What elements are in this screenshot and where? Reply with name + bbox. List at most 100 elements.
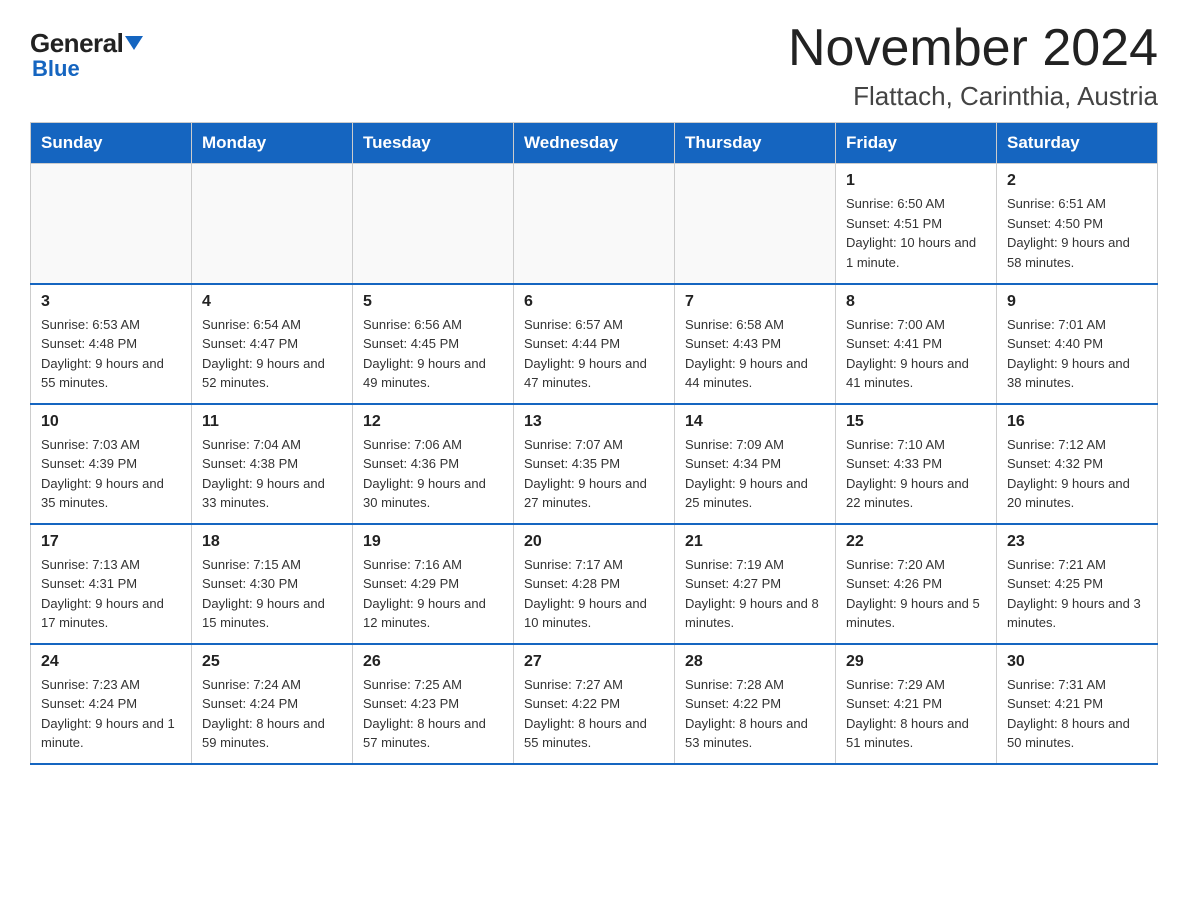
day-number: 19 [363,533,503,551]
calendar-cell: 17 Sunrise: 7:13 AM Sunset: 4:31 PM Dayli… [31,524,192,644]
day-info: Sunrise: 7:01 AM Sunset: 4:40 PM Dayligh… [1007,315,1147,393]
day-number: 3 [41,293,181,311]
calendar-cell: 24 Sunrise: 7:23 AM Sunset: 4:24 PM Dayli… [31,644,192,764]
day-info: Sunrise: 7:12 AM Sunset: 4:32 PM Dayligh… [1007,435,1147,513]
calendar-cell: 8 Sunrise: 7:00 AM Sunset: 4:41 PM Daylig… [836,284,997,404]
calendar-cell: 30 Sunrise: 7:31 AM Sunset: 4:21 PM Dayli… [997,644,1158,764]
day-number: 4 [202,293,342,311]
calendar-cell: 16 Sunrise: 7:12 AM Sunset: 4:32 PM Dayli… [997,404,1158,524]
logo: General Blue [30,30,143,82]
col-tuesday: Tuesday [353,123,514,164]
day-number: 24 [41,653,181,671]
day-info: Sunrise: 7:15 AM Sunset: 4:30 PM Dayligh… [202,555,342,633]
calendar-cell: 19 Sunrise: 7:16 AM Sunset: 4:29 PM Dayli… [353,524,514,644]
day-info: Sunrise: 7:10 AM Sunset: 4:33 PM Dayligh… [846,435,986,513]
calendar-cell: 13Sunrise: 7:07 AM Sunset: 4:35 PM Dayli… [514,404,675,524]
day-info: Sunrise: 7:24 AM Sunset: 4:24 PM Dayligh… [202,675,342,753]
calendar-cell [31,164,192,284]
day-number: 6 [524,293,664,311]
day-number: 25 [202,653,342,671]
calendar-table: Sunday Monday Tuesday Wednesday Thursday… [30,122,1158,765]
day-number: 22 [846,533,986,551]
logo-triangle-icon [125,36,143,50]
calendar-week-row: 10 Sunrise: 7:03 AM Sunset: 4:39 PM Dayli… [31,404,1158,524]
day-info: Sunrise: 7:27 AM Sunset: 4:22 PM Dayligh… [524,675,664,753]
calendar-cell: 18 Sunrise: 7:15 AM Sunset: 4:30 PM Dayli… [192,524,353,644]
day-number: 14 [685,413,825,431]
day-number: 12 [363,413,503,431]
calendar-cell: 28 Sunrise: 7:28 AM Sunset: 4:22 PM Dayli… [675,644,836,764]
calendar-cell: 26 Sunrise: 7:25 AM Sunset: 4:23 PM Dayli… [353,644,514,764]
calendar-cell [675,164,836,284]
col-monday: Monday [192,123,353,164]
day-info: Sunrise: 7:28 AM Sunset: 4:22 PM Dayligh… [685,675,825,753]
day-info: Sunrise: 7:31 AM Sunset: 4:21 PM Dayligh… [1007,675,1147,753]
day-info: Sunrise: 6:54 AM Sunset: 4:47 PM Dayligh… [202,315,342,393]
day-info: Sunrise: 7:20 AM Sunset: 4:26 PM Dayligh… [846,555,986,633]
calendar-cell: 11Sunrise: 7:04 AM Sunset: 4:38 PM Dayli… [192,404,353,524]
day-number: 30 [1007,653,1147,671]
header: General Blue November 2024 Flattach, Car… [30,20,1158,112]
day-info: Sunrise: 6:53 AM Sunset: 4:48 PM Dayligh… [41,315,181,393]
calendar-cell: 23Sunrise: 7:21 AM Sunset: 4:25 PM Dayli… [997,524,1158,644]
calendar-cell: 2Sunrise: 6:51 AM Sunset: 4:50 PM Daylig… [997,164,1158,284]
day-info: Sunrise: 6:57 AM Sunset: 4:44 PM Dayligh… [524,315,664,393]
day-info: Sunrise: 7:29 AM Sunset: 4:21 PM Dayligh… [846,675,986,753]
day-number: 2 [1007,172,1147,190]
day-info: Sunrise: 7:16 AM Sunset: 4:29 PM Dayligh… [363,555,503,633]
day-info: Sunrise: 7:19 AM Sunset: 4:27 PM Dayligh… [685,555,825,633]
calendar-cell: 14 Sunrise: 7:09 AM Sunset: 4:34 PM Dayli… [675,404,836,524]
day-number: 10 [41,413,181,431]
day-info: Sunrise: 6:56 AM Sunset: 4:45 PM Dayligh… [363,315,503,393]
calendar-cell: 6 Sunrise: 6:57 AM Sunset: 4:44 PM Daylig… [514,284,675,404]
calendar-week-row: 24 Sunrise: 7:23 AM Sunset: 4:24 PM Dayli… [31,644,1158,764]
day-info: Sunrise: 7:06 AM Sunset: 4:36 PM Dayligh… [363,435,503,513]
col-saturday: Saturday [997,123,1158,164]
day-number: 23 [1007,533,1147,551]
day-info: Sunrise: 7:09 AM Sunset: 4:34 PM Dayligh… [685,435,825,513]
col-sunday: Sunday [31,123,192,164]
calendar-cell: 15 Sunrise: 7:10 AM Sunset: 4:33 PM Dayli… [836,404,997,524]
day-number: 20 [524,533,664,551]
day-number: 21 [685,533,825,551]
calendar-cell: 12 Sunrise: 7:06 AM Sunset: 4:36 PM Dayli… [353,404,514,524]
day-info: Sunrise: 7:13 AM Sunset: 4:31 PM Dayligh… [41,555,181,633]
calendar-cell [192,164,353,284]
calendar-cell [353,164,514,284]
calendar-cell: 5 Sunrise: 6:56 AM Sunset: 4:45 PM Daylig… [353,284,514,404]
day-number: 17 [41,533,181,551]
day-info: Sunrise: 7:07 AM Sunset: 4:35 PM Dayligh… [524,435,664,513]
logo-blue: Blue [32,56,80,81]
day-number: 5 [363,293,503,311]
day-number: 26 [363,653,503,671]
day-number: 18 [202,533,342,551]
logo-general: General [30,30,123,56]
col-wednesday: Wednesday [514,123,675,164]
day-info: Sunrise: 7:23 AM Sunset: 4:24 PM Dayligh… [41,675,181,753]
col-friday: Friday [836,123,997,164]
day-number: 7 [685,293,825,311]
calendar-cell: 10 Sunrise: 7:03 AM Sunset: 4:39 PM Dayli… [31,404,192,524]
calendar-cell: 25 Sunrise: 7:24 AM Sunset: 4:24 PM Dayli… [192,644,353,764]
day-number: 15 [846,413,986,431]
day-number: 28 [685,653,825,671]
day-number: 27 [524,653,664,671]
calendar-cell: 9Sunrise: 7:01 AM Sunset: 4:40 PM Daylig… [997,284,1158,404]
day-number: 1 [846,172,986,190]
day-info: Sunrise: 7:03 AM Sunset: 4:39 PM Dayligh… [41,435,181,513]
day-number: 16 [1007,413,1147,431]
title-block: November 2024 Flattach, Carinthia, Austr… [788,20,1158,112]
calendar-cell: 4 Sunrise: 6:54 AM Sunset: 4:47 PM Daylig… [192,284,353,404]
day-info: Sunrise: 7:25 AM Sunset: 4:23 PM Dayligh… [363,675,503,753]
day-number: 11 [202,413,342,431]
day-number: 8 [846,293,986,311]
calendar-cell: 1 Sunrise: 6:50 AM Sunset: 4:51 PM Daylig… [836,164,997,284]
day-info: Sunrise: 6:58 AM Sunset: 4:43 PM Dayligh… [685,315,825,393]
day-info: Sunrise: 7:00 AM Sunset: 4:41 PM Dayligh… [846,315,986,393]
calendar-cell: 21 Sunrise: 7:19 AM Sunset: 4:27 PM Dayli… [675,524,836,644]
calendar-cell: 3 Sunrise: 6:53 AM Sunset: 4:48 PM Daylig… [31,284,192,404]
day-info: Sunrise: 6:50 AM Sunset: 4:51 PM Dayligh… [846,194,986,272]
calendar-cell: 27 Sunrise: 7:27 AM Sunset: 4:22 PM Dayli… [514,644,675,764]
calendar-cell: 7 Sunrise: 6:58 AM Sunset: 4:43 PM Daylig… [675,284,836,404]
calendar-week-row: 1 Sunrise: 6:50 AM Sunset: 4:51 PM Daylig… [31,164,1158,284]
